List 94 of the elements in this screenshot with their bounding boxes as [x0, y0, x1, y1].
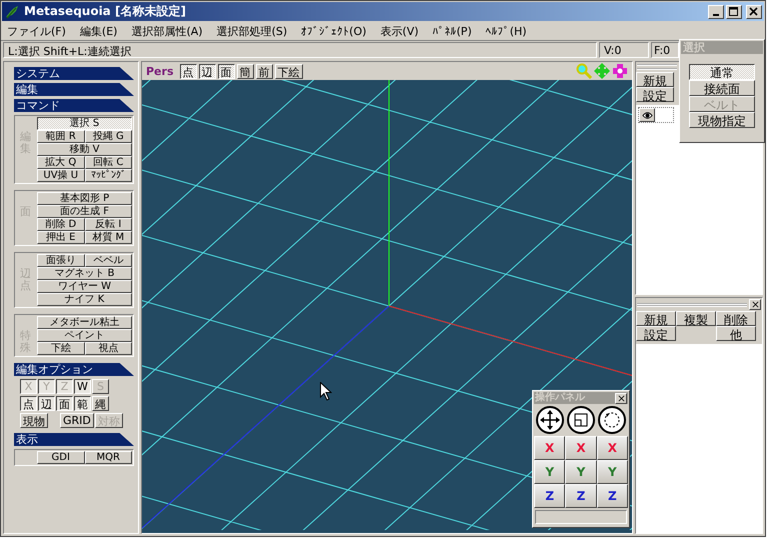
minimize-icon — [713, 14, 719, 16]
section-header[interactable]: コマンド — [14, 99, 134, 112]
menu-item[interactable]: ﾍﾙﾌﾟ(H) — [486, 24, 527, 38]
menu-item[interactable]: ファイル(F) — [7, 24, 66, 38]
command-button[interactable]: 投縄 G — [84, 130, 132, 143]
select-mode-button[interactable]: 通常 — [689, 64, 755, 80]
command-button[interactable]: ベベル — [84, 254, 132, 267]
option-toggle[interactable]: 面 — [56, 396, 73, 411]
command-button[interactable]: 反転 I — [84, 218, 132, 231]
command-button[interactable]: マグネット B — [37, 267, 132, 280]
vertex-count: V:0 — [599, 42, 649, 58]
close-button[interactable] — [749, 299, 761, 310]
command-button[interactable]: ナイフ K — [37, 293, 132, 306]
material-panel-button[interactable]: 他 — [716, 326, 756, 341]
menu-item[interactable]: 編集(E) — [80, 24, 118, 38]
close-icon — [752, 301, 758, 308]
option-toggle[interactable]: 点 — [20, 396, 37, 411]
option-toggle[interactable]: 範 — [74, 396, 91, 411]
command-button[interactable]: 回転 C — [84, 156, 132, 169]
option-toggle[interactable]: GRID — [60, 413, 94, 428]
visibility-toggle[interactable] — [639, 108, 655, 122]
panel-grip[interactable] — [637, 302, 747, 306]
scale-icon[interactable] — [566, 406, 595, 434]
select-mode-button[interactable]: 接続面 — [689, 80, 755, 96]
material-panel-button[interactable]: 設定 — [636, 326, 676, 341]
option-toggle[interactable]: W — [74, 379, 91, 394]
command-button[interactable]: 下絵 — [37, 342, 84, 355]
panel-title: 選択 — [681, 41, 763, 54]
command-button[interactable]: 移動 V — [37, 143, 132, 156]
section-header[interactable]: 表示 — [14, 433, 134, 446]
display-button[interactable]: GDI — [37, 451, 84, 464]
material-panel-button[interactable]: 複製 — [676, 311, 716, 326]
menu-item[interactable]: 選択部処理(S) — [216, 24, 288, 38]
menu-item[interactable]: ｵﾌﾞｼﾞｪｸﾄ(O) — [301, 24, 366, 38]
cursor-icon — [320, 382, 332, 401]
view-toggle[interactable]: 簡 — [236, 64, 254, 78]
axis-button[interactable]: Y — [596, 460, 628, 484]
command-button[interactable]: 選択 S — [37, 117, 132, 130]
panel-title: 操作パネル — [535, 392, 585, 404]
axis-button[interactable]: Z — [565, 484, 597, 508]
view-toggle[interactable]: 辺 — [198, 64, 216, 78]
section-header[interactable]: 編集オプション — [14, 363, 134, 376]
command-button[interactable]: 材質 M — [84, 231, 132, 244]
command-button[interactable]: UV操 U — [37, 169, 84, 182]
status-hint: L:選択 Shift+L:連続選択 — [3, 42, 597, 58]
menu-item[interactable]: 選択部属性(A) — [131, 24, 203, 38]
command-button[interactable]: 面の生成 F — [37, 205, 132, 218]
maximize-button[interactable] — [726, 4, 742, 18]
face-count: F:0 — [651, 42, 679, 58]
menu-item[interactable]: ﾊﾟﾈﾙ(P) — [432, 24, 472, 38]
command-button[interactable]: ペイント — [37, 329, 132, 342]
axis-button[interactable]: Y — [534, 460, 566, 484]
close-icon — [618, 394, 624, 402]
window-title: Metasequoia [名称未設定] — [24, 3, 186, 20]
minimize-button[interactable] — [708, 4, 724, 18]
section-header[interactable]: システム — [14, 67, 134, 80]
option-toggle[interactable]: 辺 — [38, 396, 55, 411]
object-row[interactable] — [638, 107, 674, 123]
command-button[interactable]: 押出 E — [37, 231, 84, 244]
command-button[interactable]: 拡大 Q — [37, 156, 84, 169]
close-button[interactable] — [746, 4, 762, 18]
option-toggle[interactable]: 現物 — [20, 413, 48, 428]
command-button[interactable]: ﾏｯﾋﾟﾝｸﾞ — [84, 169, 132, 182]
command-button[interactable]: 基本図形 P — [37, 192, 132, 205]
view-toggle[interactable]: 下絵 — [274, 64, 302, 78]
view-mode-label: Pers — [146, 64, 174, 78]
material-panel-button[interactable]: 削除 — [716, 311, 756, 326]
menu-item[interactable]: 表示(V) — [380, 24, 419, 38]
command-button[interactable]: 範囲 R — [37, 130, 84, 143]
command-button[interactable]: 面張り — [37, 254, 84, 267]
command-button[interactable]: 視点 — [84, 342, 132, 355]
view-toggle[interactable]: 点 — [180, 64, 196, 78]
view-toggle[interactable]: 前 — [256, 64, 272, 78]
object-panel-button[interactable]: 設定 — [636, 87, 674, 102]
command-button[interactable]: メタボール粘土 — [37, 316, 132, 329]
axis-button[interactable]: Z — [534, 484, 566, 508]
object-panel-button[interactable]: 新規 — [636, 72, 674, 87]
move-icon[interactable] — [536, 406, 564, 434]
panel-grip[interactable] — [637, 64, 677, 70]
display-button[interactable]: MQR — [84, 451, 132, 464]
axis-button[interactable]: Y — [565, 460, 597, 484]
select-mode-button[interactable]: 現物指定 — [689, 112, 755, 128]
command-button[interactable]: ワイヤー W — [37, 280, 132, 293]
plant-icon — [4, 4, 20, 20]
axis-button[interactable]: Z — [596, 484, 628, 508]
section-header[interactable]: 編集 — [14, 83, 134, 96]
command-button[interactable]: 削除 D — [37, 218, 84, 231]
material-panel-button[interactable]: 新規 — [636, 311, 676, 326]
eye-icon — [642, 110, 652, 120]
option-toggle[interactable]: 縄 — [92, 396, 109, 411]
view-toggle[interactable]: 面 — [218, 64, 234, 78]
maximize-icon — [729, 6, 739, 16]
close-icon — [749, 6, 759, 16]
close-button[interactable] — [615, 392, 627, 404]
